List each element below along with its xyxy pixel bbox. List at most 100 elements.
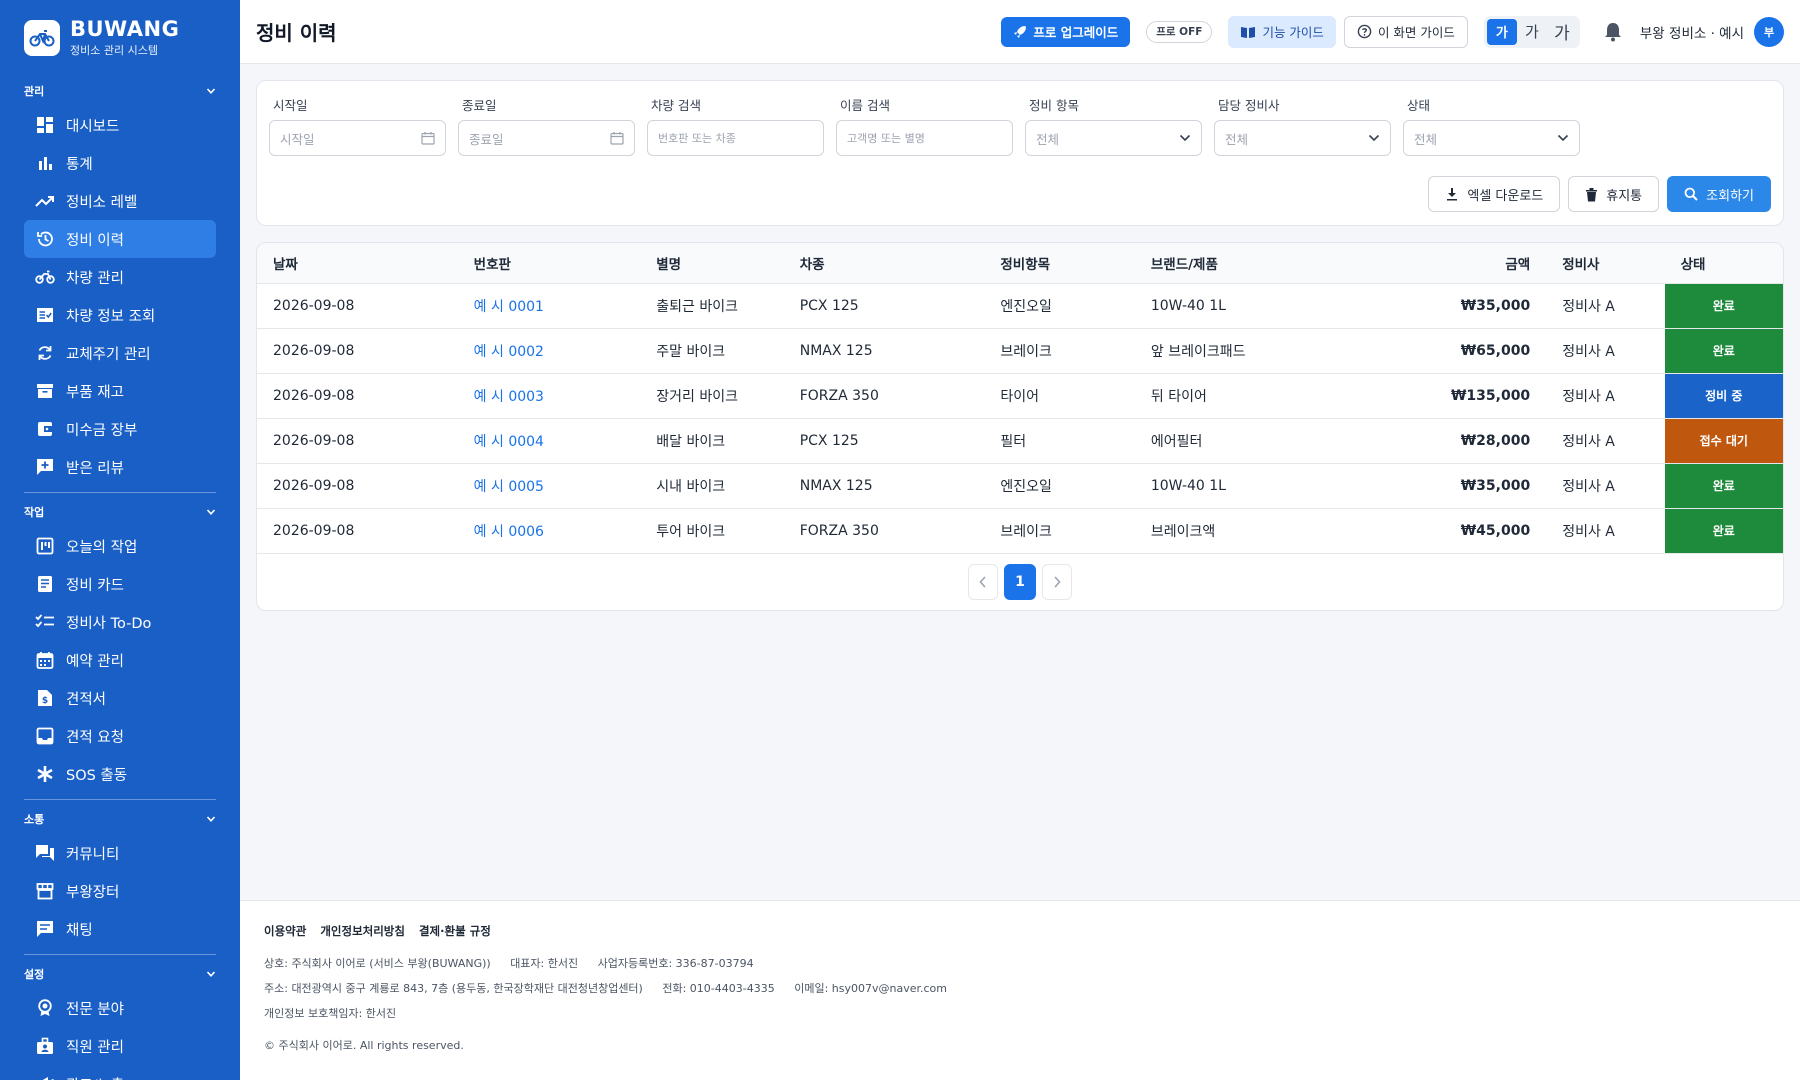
filter-row: 시작일 시작일 종료일 종료일 차량 검색 번호판 또는 차종 이름 검색 고객명 또는 별명…	[269, 95, 1771, 156]
column-header[interactable]: 상태	[1664, 243, 1783, 284]
column-header[interactable]: 금액	[1385, 243, 1547, 284]
topbar: 정비 이력 프로 업그레이드 프로 OFF 기능 가이드 이 화면 가이드 가 …	[240, 0, 1800, 64]
excel-download-button[interactable]: 엑셀 다운로드	[1428, 176, 1561, 212]
avatar[interactable]: 부	[1754, 16, 1784, 47]
filter-text-input[interactable]: 번호판 또는 차종	[647, 120, 824, 156]
user-name[interactable]: 부왕 정비소 · 예시	[1640, 22, 1744, 42]
feature-guide-label: 기능 가이드	[1262, 25, 1324, 40]
font-size-medium-button[interactable]: 가	[1517, 19, 1547, 45]
font-size-small-button[interactable]: 가	[1486, 18, 1517, 45]
sidebar-item[interactable]: 광고/노출	[24, 1065, 216, 1080]
footer-company: 상호: 주식회사 이어로 (서비스 부왕(BUWANG))	[264, 957, 491, 970]
bell-icon[interactable]	[1604, 22, 1622, 42]
privacy-link[interactable]: 개인정보처리방침	[320, 923, 405, 939]
sidebar-item[interactable]: 예약 관리	[24, 641, 216, 679]
footer-privacy-officer: 개인정보 보호책임자: 한서진	[264, 1007, 397, 1020]
sidebar-section-header[interactable]: 설정	[24, 959, 216, 989]
filter-date-input[interactable]: 시작일	[269, 120, 446, 156]
sidebar-item[interactable]: SOS 출동	[24, 755, 216, 793]
font-size-large-button[interactable]: 가	[1547, 19, 1577, 45]
sidebar-item[interactable]: 직원 관리	[24, 1027, 216, 1065]
terms-link[interactable]: 이용약관	[264, 923, 306, 939]
cell-plate[interactable]: 예 시 0005	[457, 463, 641, 509]
calendar-icon[interactable]	[421, 131, 435, 145]
sidebar-item[interactable]: 채팅	[24, 910, 216, 948]
column-header[interactable]: 정비사	[1546, 243, 1665, 284]
sidebar-item[interactable]: 통계	[24, 144, 216, 182]
sidebar-item[interactable]: 교체주기 관리	[24, 334, 216, 372]
sidebar-section-header[interactable]: 작업	[24, 497, 216, 527]
sidebar-item-label: 부품 재고	[66, 384, 124, 401]
cell-plate[interactable]: 예 시 0003	[457, 373, 641, 419]
column-header[interactable]: 별명	[640, 243, 784, 284]
cell-item: 타이어	[984, 373, 1135, 419]
table-row[interactable]: 2026-09-08 예 시 0004 배달 바이크 PCX 125 필터 에어필터 ₩28…	[257, 418, 1783, 464]
sidebar-item[interactable]: 차량 정보 조회	[24, 296, 216, 334]
cell-date: 2026-09-08	[257, 283, 458, 329]
chevron-right-icon[interactable]	[1042, 563, 1072, 600]
sidebar-item[interactable]: 차량 관리	[24, 258, 216, 296]
feature-guide-button[interactable]: 기능 가이드	[1228, 15, 1336, 48]
pro-status-toggle[interactable]: 프로 OFF	[1146, 20, 1213, 43]
sidebar-item[interactable]: 받은 리뷰	[24, 448, 216, 486]
sidebar-item[interactable]: 정비 카드	[24, 565, 216, 603]
pagination: 1	[257, 554, 1783, 610]
trash-button[interactable]: 휴지통	[1568, 176, 1660, 212]
chevron-left-icon[interactable]	[968, 563, 998, 600]
sidebar-item[interactable]: 전문 분야	[24, 989, 216, 1027]
sidebar-item[interactable]: 정비사 To-Do	[24, 603, 216, 641]
cell-plate[interactable]: 예 시 0006	[457, 508, 641, 554]
cell-date: 2026-09-08	[257, 328, 458, 374]
table-row[interactable]: 2026-09-08 예 시 0006 투어 바이크 FORZA 350 브레이크 브레이…	[257, 508, 1783, 554]
sidebar-item[interactable]: 정비소 레벨	[24, 182, 216, 220]
sidebar-item[interactable]: 부품 재고	[24, 372, 216, 410]
sidebar-item-label: 광고/노출	[66, 1074, 124, 1080]
sidebar-item[interactable]: 커뮤니티	[24, 834, 216, 872]
filter-select-input[interactable]: 전체	[1403, 120, 1580, 156]
pro-upgrade-button[interactable]: 프로 업그레이드	[1001, 16, 1131, 47]
asterisk-icon	[34, 763, 56, 785]
sidebar-item[interactable]: $ 견적서	[24, 679, 216, 717]
column-header[interactable]: 날짜	[257, 243, 458, 284]
sidebar-section-header[interactable]: 관리	[24, 76, 216, 106]
table-row[interactable]: 2026-09-08 예 시 0005 시내 바이크 NMAX 125 엔진오일 10W-…	[257, 463, 1783, 509]
refund-policy-link[interactable]: 결제·환불 규정	[419, 923, 491, 939]
filter-select-input[interactable]: 전체	[1025, 120, 1202, 156]
screen-guide-button[interactable]: 이 화면 가이드	[1343, 15, 1468, 48]
cell-plate[interactable]: 예 시 0002	[457, 328, 641, 374]
sidebar-item[interactable]: 미수금 장부	[24, 410, 216, 448]
calendar-icon	[34, 649, 56, 671]
search-button[interactable]: 조회하기	[1667, 176, 1771, 212]
sidebar-item-label: 정비 이력	[66, 232, 124, 249]
sidebar-section: 관리 대시보드 통계 정비소 레벨정비 이력차량 관리 차량 정보 조회 교체주기 관리부…	[0, 76, 240, 486]
cell-nickname: 배달 바이크	[640, 418, 784, 464]
page-1-button[interactable]: 1	[1004, 563, 1036, 600]
sidebar-item[interactable]: 견적 요청	[24, 717, 216, 755]
column-header[interactable]: 차종	[783, 243, 985, 284]
footer-ceo: 대표자: 한서진	[510, 957, 579, 970]
filter-text-input[interactable]: 고객명 또는 별명	[836, 120, 1013, 156]
calendar-icon[interactable]	[610, 131, 624, 145]
filter-date-input[interactable]: 종료일	[458, 120, 635, 156]
sidebar-item[interactable]: 오늘의 작업	[24, 527, 216, 565]
sidebar-section: 소통 커뮤니티 부왕장터 채팅	[0, 804, 240, 948]
sidebar-section-header[interactable]: 소통	[24, 804, 216, 834]
cell-date: 2026-09-08	[257, 463, 458, 509]
chevron-down-icon	[206, 969, 216, 979]
column-header[interactable]: 정비항목	[984, 243, 1135, 284]
filter-select-input[interactable]: 전체	[1214, 120, 1391, 156]
maintenance-history-table: 날짜 번호판 별명 차종 정비항목 브랜드/제품 금액 정비사 상태 2026-09-08 예 시…	[257, 243, 1783, 554]
sidebar-item[interactable]: 정비 이력	[24, 220, 216, 258]
sidebar-item[interactable]: 대시보드	[24, 106, 216, 144]
cell-plate[interactable]: 예 시 0001	[457, 283, 641, 329]
table-row[interactable]: 2026-09-08 예 시 0002 주말 바이크 NMAX 125 브레이크 앞 브레…	[257, 328, 1783, 374]
brand[interactable]: BUWANG 정비소 관리 시스템	[0, 0, 240, 72]
filter-label: 상태	[1407, 98, 1431, 113]
cell-plate[interactable]: 예 시 0004	[457, 418, 641, 464]
column-header[interactable]: 번호판	[457, 243, 641, 284]
table-row[interactable]: 2026-09-08 예 시 0003 장거리 바이크 FORZA 350 타이어 뒤 타…	[257, 373, 1783, 419]
sidebar-item[interactable]: 부왕장터	[24, 872, 216, 910]
column-header[interactable]: 브랜드/제품	[1134, 243, 1386, 284]
table-row[interactable]: 2026-09-08 예 시 0001 출퇴근 바이크 PCX 125 엔진오일 10W-…	[257, 283, 1783, 329]
filter-label: 시작일	[273, 98, 308, 113]
